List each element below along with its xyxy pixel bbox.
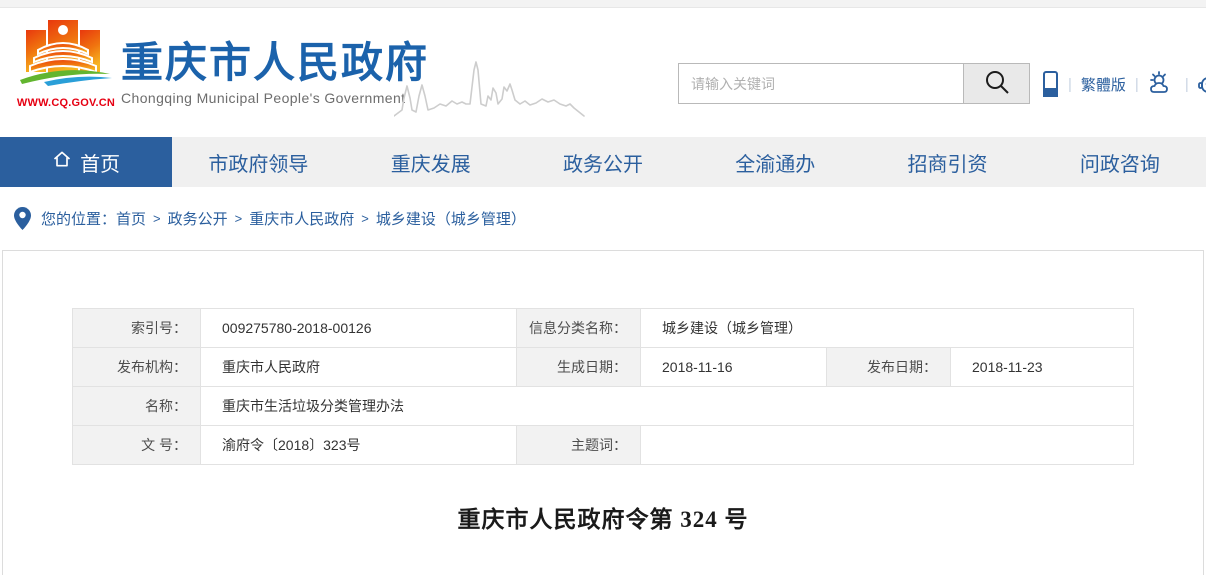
tool-separator: |: [1135, 76, 1139, 93]
breadcrumb-link-gov-affairs[interactable]: 政务公开: [168, 208, 228, 229]
breadcrumb-link-urban-construction[interactable]: 城乡建设（城乡管理）: [376, 208, 526, 229]
meta-label-document-number: 文 号：: [73, 426, 201, 465]
chongqing-building-logo-icon: [18, 81, 114, 98]
nav-item-investment[interactable]: 招商引资: [861, 137, 1033, 187]
site-title-block: 重庆市人民政府 Chongqing Municipal People's Gov…: [121, 38, 429, 106]
meta-label-category: 信息分类名称：: [517, 309, 641, 348]
city-skyline-decoration: [394, 58, 586, 125]
breadcrumb-link-municipal-gov[interactable]: 重庆市人民政府: [249, 208, 354, 229]
search-button[interactable]: [963, 64, 1029, 103]
meta-value-index-number: 009275780-2018-00126: [201, 309, 517, 348]
main-navigation: 首页 市政府领导 重庆发展 政务公开 全渝通办 招商引资 问政咨询: [0, 137, 1206, 187]
meta-label-publish-date: 发布日期：: [827, 348, 951, 387]
nav-item-government-affairs[interactable]: 政务公开: [517, 137, 689, 187]
location-pin-icon: [14, 207, 31, 230]
site-logo[interactable]: WWW.CQ.GOV.CN: [16, 12, 116, 109]
site-title: 重庆市人民政府: [121, 38, 429, 88]
government-order-title: 重庆市人民政府令第 324 号: [3, 500, 1203, 534]
meta-label-subject-words: 主题词：: [517, 426, 641, 465]
nav-item-label: 首页: [80, 148, 120, 177]
mobile-phone-icon[interactable]: [1042, 70, 1059, 98]
table-row: 发布机构： 重庆市人民政府 生成日期： 2018-11-16 发布日期： 201…: [73, 348, 1134, 387]
breadcrumb: 您的位置： 首页 > 政务公开 > 重庆市人民政府 > 城乡建设（城乡管理）: [0, 187, 1206, 250]
robot-assistant-icon[interactable]: [1198, 70, 1206, 98]
meta-value-document-number: 渝府令〔2018〕323号: [201, 426, 517, 465]
site-subtitle: Chongqing Municipal People's Government: [121, 90, 429, 106]
meta-label-title: 名称：: [73, 387, 201, 426]
home-icon: [52, 149, 72, 175]
tool-separator: |: [1185, 76, 1189, 93]
table-row: 索引号： 009275780-2018-00126 信息分类名称： 城乡建设（城…: [73, 309, 1134, 348]
meta-value-creation-date: 2018-11-16: [641, 348, 827, 387]
nav-item-consultation[interactable]: 问政咨询: [1034, 137, 1206, 187]
nav-item-government-leaders[interactable]: 市政府领导: [172, 137, 344, 187]
top-strip: [0, 0, 1206, 8]
sun-cloud-weather-icon[interactable]: [1148, 71, 1176, 97]
document-meta-table: 索引号： 009275780-2018-00126 信息分类名称： 城乡建设（城…: [72, 308, 1134, 465]
breadcrumb-prefix: 您的位置：: [41, 208, 116, 229]
meta-value-title: 重庆市生活垃圾分类管理办法: [201, 387, 1134, 426]
search-box: [678, 63, 1030, 104]
breadcrumb-separator: >: [153, 211, 161, 226]
breadcrumb-link-home[interactable]: 首页: [116, 208, 146, 229]
table-row: 文 号： 渝府令〔2018〕323号 主题词：: [73, 426, 1134, 465]
table-row: 名称： 重庆市生活垃圾分类管理办法: [73, 387, 1134, 426]
meta-label-creation-date: 生成日期：: [517, 348, 641, 387]
tool-separator: |: [1068, 76, 1072, 93]
breadcrumb-separator: >: [235, 211, 243, 226]
meta-value-subject-words: [641, 426, 1134, 465]
nav-item-home[interactable]: 首页: [0, 137, 172, 187]
meta-label-index-number: 索引号：: [73, 309, 201, 348]
meta-value-issuing-agency: 重庆市人民政府: [201, 348, 517, 387]
nav-item-chongqing-development[interactable]: 重庆发展: [345, 137, 517, 187]
header-tools: | 繁體版 | |: [1042, 65, 1206, 103]
document-content-card: 索引号： 009275780-2018-00126 信息分类名称： 城乡建设（城…: [2, 250, 1204, 575]
traditional-chinese-link[interactable]: 繁體版: [1081, 74, 1126, 95]
logo-url-text: WWW.CQ.GOV.CN: [16, 97, 116, 109]
search-input[interactable]: [679, 64, 963, 103]
breadcrumb-separator: >: [361, 211, 369, 226]
site-header: WWW.CQ.GOV.CN 重庆市人民政府 Chongqing Municipa…: [0, 8, 1206, 137]
magnifier-icon: [984, 69, 1010, 98]
meta-value-publish-date: 2018-11-23: [951, 348, 1134, 387]
meta-label-issuing-agency: 发布机构：: [73, 348, 201, 387]
meta-value-category: 城乡建设（城乡管理）: [641, 309, 1134, 348]
nav-item-online-services[interactable]: 全渝通办: [689, 137, 861, 187]
